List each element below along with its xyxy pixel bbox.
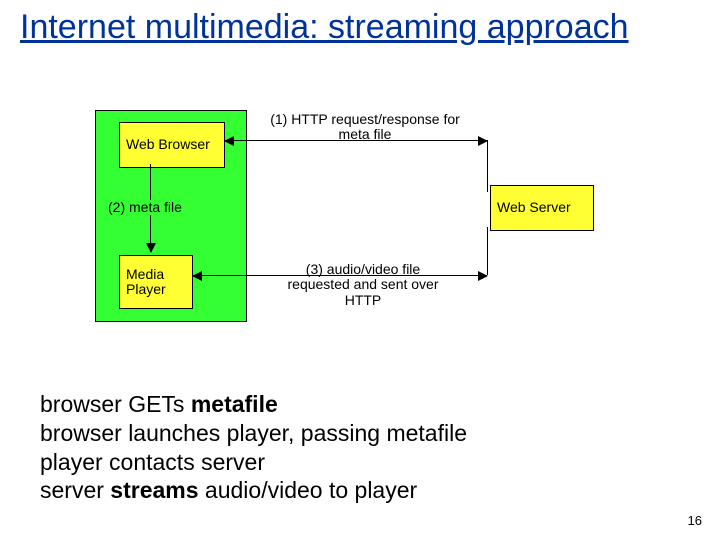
note-line-4: server streams audio/video to player (40, 476, 467, 505)
slide-title: Internet multimedia: streaming approach (20, 8, 629, 47)
label-step3: (3) audio/video file requested and sent … (273, 262, 453, 308)
note-text: audio/video to player (199, 477, 418, 503)
arrow-step3-elbow (487, 227, 488, 275)
note-line-3: player contacts server (40, 448, 467, 477)
page-number: 16 (688, 513, 702, 528)
web-browser-box: Web Browser (119, 122, 225, 168)
label-step1: (1) HTTP request/response for meta file (270, 112, 460, 143)
note-line-1: browser GETs metafile (40, 390, 467, 419)
note-line-2: browser launches player, passing metafil… (40, 419, 467, 448)
note-bold: streams (110, 477, 198, 503)
arrow-step1-elbow (487, 140, 488, 192)
note-text: server (40, 477, 110, 503)
media-player-box: Media Player (119, 255, 193, 309)
web-server-box: Web Server (490, 185, 594, 231)
note-bold: metafile (191, 391, 278, 417)
label-step2: (2) meta file (108, 200, 228, 215)
note-text: browser GETs (40, 391, 191, 417)
slide-notes: browser GETs metafile browser launches p… (40, 390, 467, 505)
architecture-diagram: Web Browser Media Player Web Server (1) … (95, 110, 635, 340)
